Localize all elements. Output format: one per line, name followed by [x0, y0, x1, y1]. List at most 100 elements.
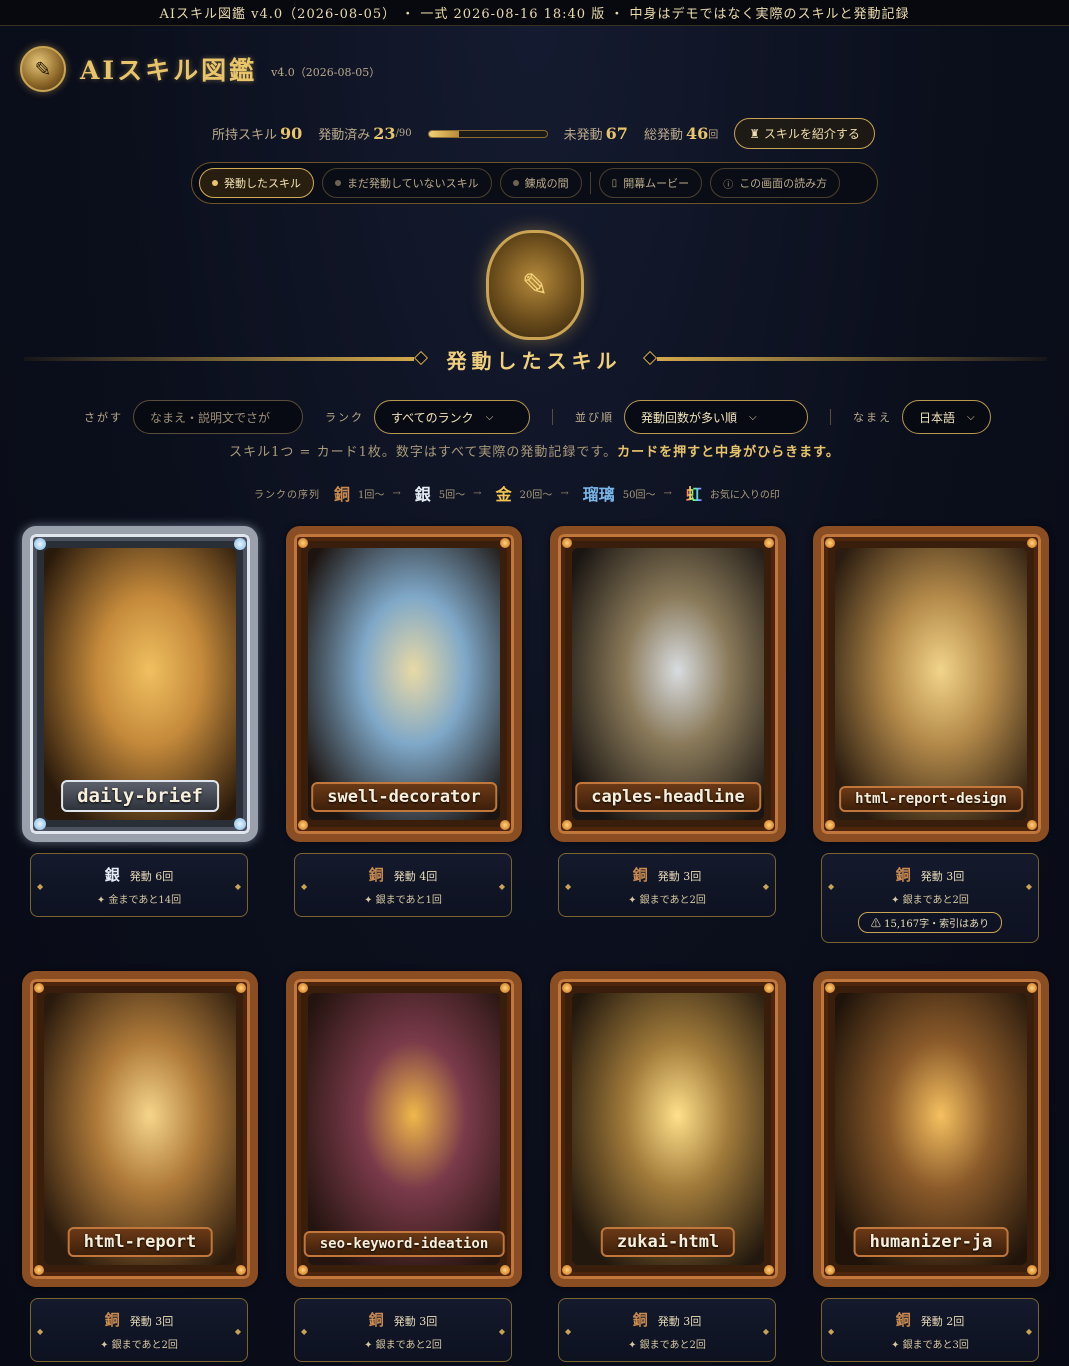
trophy-icon: ♜	[749, 127, 760, 141]
section-diamond-left	[413, 350, 429, 366]
next-rank-progress: 銀まであと2回	[111, 1340, 178, 1351]
corner-gem-icon	[34, 538, 46, 550]
rank-glyph: 銅	[368, 866, 384, 884]
diamond-ornament-icon: ◆	[301, 1327, 308, 1336]
sort-select[interactable]: 発動回数が多い順 ⌵	[624, 400, 808, 434]
rank-filter-label: ランク	[325, 411, 364, 424]
corner-gem-icon	[298, 820, 308, 830]
search-label: さがす	[84, 411, 123, 424]
total-count: 46	[685, 124, 709, 143]
diamond-ornament-icon: ◆	[301, 882, 308, 891]
skill-stats-panel[interactable]: ◆ ◆ 銅発動 2回 ✦ 銀まであと3回	[821, 1298, 1039, 1362]
usage-progress-fill	[428, 130, 459, 137]
section-divider-left	[24, 357, 414, 361]
diamond-ornament-icon: ◆	[37, 882, 44, 891]
skill-stats-panel[interactable]: ◆ ◆ 銅発動 4回 ✦ 銀まであと1回	[294, 853, 512, 917]
skill-stats-panel[interactable]: ◆ ◆ 銅発動 3回 ✦ 銀まであと2回	[294, 1298, 512, 1362]
diamond-ornament-icon: ◆	[565, 1327, 572, 1336]
app-title: AIスキル図鑑	[80, 56, 258, 85]
arrow-right-icon: →	[392, 487, 401, 499]
corner-gem-icon	[1027, 983, 1037, 993]
note-text: スキル1つ = カード1枚。数字はすべて実際の発動記録です。	[229, 445, 618, 460]
sparkle-icon: ✦	[628, 895, 640, 906]
card-illustration	[835, 993, 1027, 1265]
skill-card[interactable]: zukai-html	[550, 971, 786, 1287]
card-name: caples-headline	[575, 782, 761, 812]
rank-copper-glyph: 銅	[334, 485, 351, 504]
skill-card[interactable]: caples-headline	[550, 526, 786, 842]
filter-bar: さがす なまえ・説明文でさが ランク すべてのランク ⌵ 並び順 発動回数が多い…	[84, 400, 991, 434]
diamond-ornament-icon: ◆	[498, 1327, 505, 1336]
next-rank-progress: 銀まであと1回	[375, 895, 442, 906]
corner-gem-icon	[34, 818, 46, 830]
name-lang-value: 日本語	[919, 410, 956, 425]
book-emblem-icon[interactable]: ✎	[20, 46, 66, 92]
next-rank-progress: 銀まであと2回	[375, 1340, 442, 1351]
diamond-ornament-icon: ◆	[498, 882, 505, 891]
use-count: 発動 3回	[657, 870, 702, 883]
use-count: 発動 3回	[657, 1315, 702, 1328]
skill-card[interactable]: daily-brief	[22, 526, 258, 842]
next-rank-progress: 金まであと14回	[108, 895, 182, 906]
arrow-right-icon: →	[473, 487, 482, 499]
skill-stats-panel[interactable]: ◆ ◆ 銅発動 3回 ✦ 銀まであと2回	[30, 1298, 248, 1362]
skill-card[interactable]: humanizer-ja	[813, 971, 1049, 1287]
card-illustration	[308, 993, 500, 1265]
card-illustration	[308, 548, 500, 820]
how-to-read-button[interactable]: ⓘ この画面の読み方	[710, 168, 841, 198]
filter-divider	[552, 409, 553, 425]
diamond-ornament-icon: ◆	[565, 882, 572, 891]
rank-select[interactable]: すべてのランク ⌵	[374, 400, 530, 434]
rank-order-label: ランクの序列	[254, 489, 320, 501]
used-count: 23	[373, 124, 396, 143]
opening-movie-button[interactable]: ▯ 開幕ムービー	[598, 168, 703, 198]
film-icon: ▯	[611, 177, 618, 189]
card-help-note: スキル1つ = カード1枚。数字はすべて実際の発動記録です。カードを押すと中身が…	[0, 441, 1069, 460]
how-to-read-label: この画面の読み方	[739, 177, 828, 190]
card-illustration	[44, 993, 236, 1265]
nav-divider	[589, 172, 591, 194]
diamond-ornament-icon: ◆	[828, 882, 835, 891]
section-divider-right	[657, 357, 1047, 361]
skill-stats-panel[interactable]: ◆ ◆ 銀発動 6回 ✦ 金まであと14回	[30, 853, 248, 917]
corner-gem-icon	[825, 820, 835, 830]
sparkle-icon: ✦	[96, 895, 109, 906]
tab-forge-room[interactable]: 錬成の間	[499, 168, 582, 198]
use-count: 発動 4回	[393, 870, 438, 883]
use-count: 発動 2回	[920, 1315, 965, 1328]
rank-glyph: 銅	[632, 866, 648, 884]
unused-label: 未発動	[563, 128, 603, 143]
name-lang-select[interactable]: 日本語 ⌵	[902, 400, 991, 434]
corner-gem-icon	[825, 538, 835, 548]
skill-card[interactable]: swell-decorator	[286, 526, 522, 842]
diamond-ornament-icon: ◆	[1025, 882, 1032, 891]
skill-card[interactable]: seo-keyword-ideation	[286, 971, 522, 1287]
skill-card[interactable]: html-report	[22, 971, 258, 1287]
tab-used-skills[interactable]: 発動したスキル	[199, 168, 314, 198]
skill-stats-panel[interactable]: ◆ ◆ 銅発動 3回 ✦ 銀まであと2回	[558, 853, 776, 917]
chevron-down-icon: ⌵	[749, 411, 757, 423]
sparkle-icon: ✦	[891, 1340, 903, 1351]
introduce-skill-button[interactable]: ♜ スキルを紹介する	[734, 118, 875, 149]
rank-silver-desc: 5回〜	[438, 489, 466, 501]
top-status-text: AIスキル図鑑 v4.0（2026-08-05） ・ 一式 2026-08-16…	[159, 7, 910, 22]
rank-silver-glyph: 銀	[414, 485, 431, 504]
corner-gem-icon	[298, 538, 308, 548]
usage-progress-bar	[427, 129, 548, 138]
card-illustration	[572, 993, 764, 1265]
search-input[interactable]: なまえ・説明文でさが	[133, 400, 303, 434]
tab-label: まだ発動していないスキル	[347, 177, 479, 190]
used-label: 発動済み	[318, 128, 371, 143]
rank-gold-glyph: 金	[495, 485, 512, 504]
corner-gem-icon	[1027, 538, 1037, 548]
introduce-skill-label: スキルを紹介する	[763, 127, 860, 141]
tab-dot-icon	[512, 180, 519, 186]
corner-gem-icon	[764, 820, 774, 830]
skill-stats-panel[interactable]: ◆ ◆ 銅発動 3回 ✦ 銀まであと2回 ⚠ 15,167字・索引はあり	[821, 853, 1039, 943]
tab-unused-skills[interactable]: まだ発動していないスキル	[322, 168, 492, 198]
skill-card[interactable]: html-report-design	[813, 526, 1049, 842]
section-diamond-right	[642, 350, 658, 366]
use-count: 発動 6回	[129, 870, 174, 883]
corner-gem-icon	[764, 983, 774, 993]
skill-stats-panel[interactable]: ◆ ◆ 銅発動 3回 ✦ 銀まであと2回	[558, 1298, 776, 1362]
